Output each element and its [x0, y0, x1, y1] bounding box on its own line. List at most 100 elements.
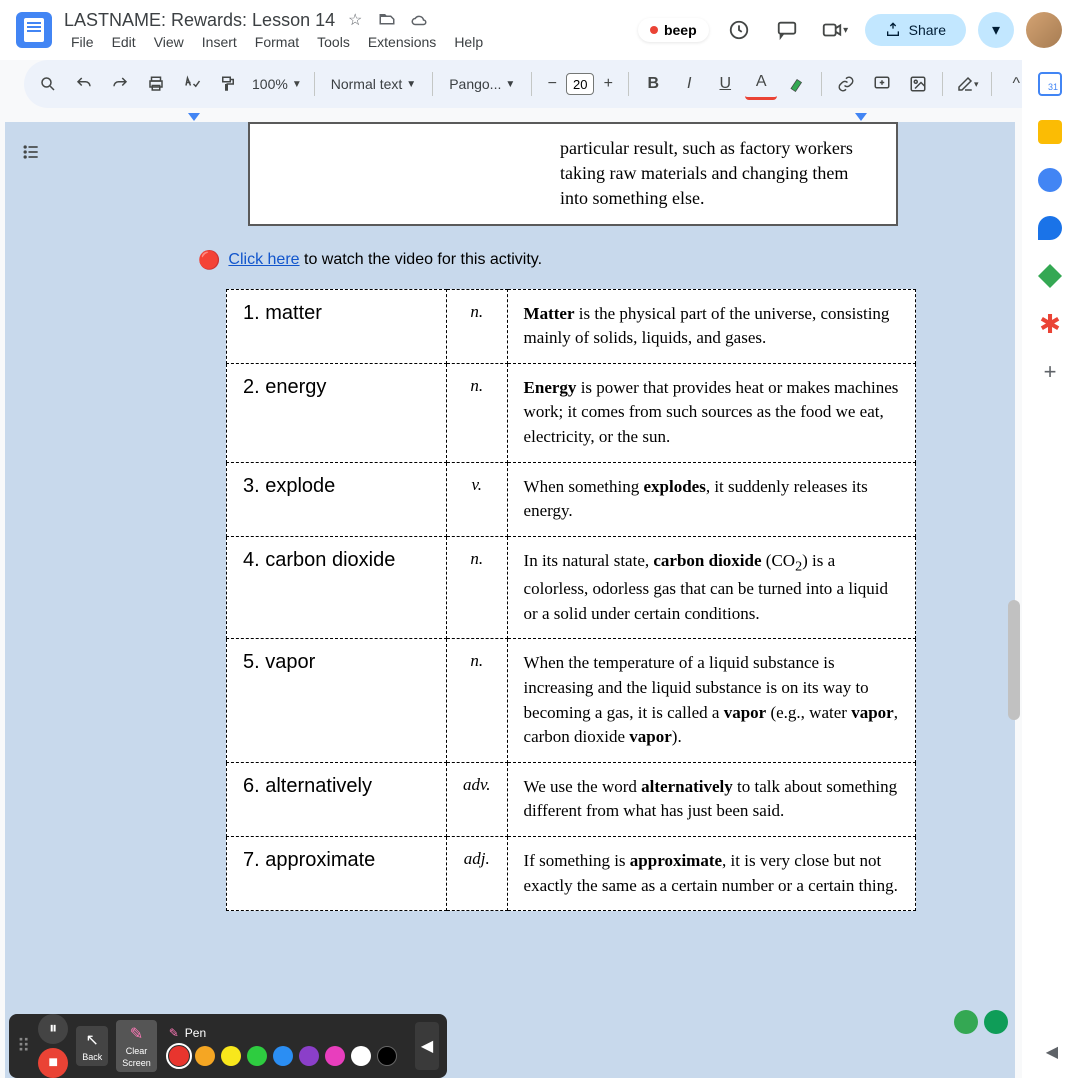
- menu-insert[interactable]: Insert: [195, 32, 244, 52]
- color-swatch[interactable]: [273, 1046, 293, 1066]
- toolbar: 100% ▼ Normal text ▼ Pango... ▼ − + B I …: [24, 60, 1054, 108]
- avatar[interactable]: [1026, 12, 1062, 48]
- pen-icon: ✎: [169, 1026, 179, 1040]
- add-addon-icon[interactable]: +: [1038, 360, 1062, 384]
- asterisk-icon[interactable]: ✱: [1038, 312, 1062, 336]
- beep-badge[interactable]: beep: [638, 18, 709, 42]
- print-icon[interactable]: [140, 68, 172, 100]
- drag-grip-icon[interactable]: ⠿: [17, 1036, 30, 1057]
- table-row: 5. vaporn.When the temperature of a liqu…: [227, 639, 916, 763]
- term-cell[interactable]: 2. energy: [227, 363, 447, 462]
- editing-mode-icon[interactable]: ▾: [951, 68, 983, 100]
- definition-cell[interactable]: When something explodes, it suddenly rel…: [507, 462, 915, 536]
- add-comment-icon[interactable]: [866, 68, 898, 100]
- pause-record-col: ⏸ ■: [38, 1014, 68, 1078]
- pause-icon[interactable]: ⏸: [38, 1014, 68, 1044]
- paint-format-icon[interactable]: [212, 68, 244, 100]
- underline-icon[interactable]: U: [709, 68, 741, 100]
- menu-tools[interactable]: Tools: [310, 32, 357, 52]
- scrollbar-thumb[interactable]: [1008, 600, 1020, 720]
- share-button[interactable]: Share: [865, 14, 966, 46]
- expand-side-panel-icon[interactable]: ◀: [1046, 1042, 1058, 1062]
- history-icon[interactable]: [721, 12, 757, 48]
- search-icon[interactable]: [32, 68, 64, 100]
- calendar-icon[interactable]: 31: [1038, 72, 1062, 96]
- color-swatch[interactable]: [169, 1046, 189, 1066]
- color-swatch[interactable]: [377, 1046, 397, 1066]
- menu-extensions[interactable]: Extensions: [361, 32, 443, 52]
- table-row: 7. approximateadj.If something is approx…: [227, 837, 916, 911]
- term-cell[interactable]: 6. alternatively: [227, 762, 447, 836]
- increase-font-icon[interactable]: +: [596, 72, 620, 96]
- page: particular result, such as factory worke…: [198, 122, 946, 911]
- tasks-icon[interactable]: [1038, 168, 1062, 192]
- text-color-icon[interactable]: A: [745, 68, 777, 100]
- pos-cell: adv.: [447, 762, 508, 836]
- menu-view[interactable]: View: [147, 32, 191, 52]
- definition-cell[interactable]: Matter is the physical part of the unive…: [507, 289, 915, 363]
- link-icon[interactable]: [830, 68, 862, 100]
- ruler-left-marker[interactable]: [188, 113, 200, 121]
- menu-file[interactable]: File: [64, 32, 101, 52]
- header-right: beep ▾ Share ▾: [638, 12, 1062, 48]
- outline-icon[interactable]: [13, 134, 49, 170]
- color-swatch[interactable]: [221, 1046, 241, 1066]
- zoom-select[interactable]: 100% ▼: [248, 76, 306, 92]
- color-swatch[interactable]: [351, 1046, 371, 1066]
- pos-cell: n.: [447, 289, 508, 363]
- ruler-right-marker[interactable]: [855, 113, 867, 121]
- insert-image-icon[interactable]: [902, 68, 934, 100]
- term-cell[interactable]: 3. explode: [227, 462, 447, 536]
- move-icon[interactable]: [375, 8, 399, 32]
- extension-icon[interactable]: [984, 1010, 1008, 1034]
- term-cell[interactable]: 4. carbon dioxide: [227, 537, 447, 639]
- zoom-value: 100%: [252, 76, 288, 92]
- table-row: 4. carbon dioxiden.In its natural state,…: [227, 537, 916, 639]
- bold-icon[interactable]: B: [637, 68, 669, 100]
- video-link[interactable]: Click here: [228, 251, 299, 268]
- keep-icon[interactable]: [1038, 120, 1062, 144]
- menu-edit[interactable]: Edit: [105, 32, 143, 52]
- redo-icon[interactable]: [104, 68, 136, 100]
- term-cell[interactable]: 5. vapor: [227, 639, 447, 763]
- definition-cell[interactable]: In its natural state, carbon dioxide (CO…: [507, 537, 915, 639]
- font-size-input[interactable]: [566, 73, 594, 95]
- pos-cell: n.: [447, 537, 508, 639]
- pos-cell: adj.: [447, 837, 508, 911]
- color-swatch[interactable]: [325, 1046, 345, 1066]
- comments-icon[interactable]: [769, 12, 805, 48]
- spellcheck-icon[interactable]: [176, 68, 208, 100]
- stop-record-icon[interactable]: ■: [38, 1048, 68, 1078]
- definition-cell[interactable]: We use the word alternatively to talk ab…: [507, 762, 915, 836]
- term-cell[interactable]: 1. matter: [227, 289, 447, 363]
- grammarly-icon[interactable]: [954, 1010, 978, 1034]
- contacts-icon[interactable]: [1038, 216, 1062, 240]
- clear-screen-button[interactable]: ✎ Clear Screen: [116, 1020, 157, 1072]
- definition-cell[interactable]: When the temperature of a liquid substan…: [507, 639, 915, 763]
- pos-cell: v.: [447, 462, 508, 536]
- definition-cell[interactable]: If something is approximate, it is very …: [507, 837, 915, 911]
- menu-format[interactable]: Format: [248, 32, 306, 52]
- decrease-font-icon[interactable]: −: [540, 72, 564, 96]
- maps-icon[interactable]: [1038, 264, 1062, 288]
- document-title[interactable]: LASTNAME: Rewards: Lesson 14: [64, 10, 335, 31]
- undo-icon[interactable]: [68, 68, 100, 100]
- star-icon[interactable]: ☆: [343, 8, 367, 32]
- italic-icon[interactable]: I: [673, 68, 705, 100]
- collapse-bar-icon[interactable]: ◀: [415, 1022, 439, 1070]
- font-select[interactable]: Pango... ▼: [441, 76, 523, 92]
- back-button[interactable]: ↖ Back: [76, 1026, 108, 1066]
- paragraph-style-select[interactable]: Normal text ▼: [323, 76, 424, 92]
- highlight-icon[interactable]: [781, 68, 813, 100]
- definition-cell[interactable]: Energy is power that provides heat or ma…: [507, 363, 915, 462]
- quick-share-button[interactable]: ▾: [978, 12, 1014, 48]
- color-swatch[interactable]: [247, 1046, 267, 1066]
- menu-help[interactable]: Help: [447, 32, 490, 52]
- meet-icon[interactable]: ▾: [817, 12, 853, 48]
- color-swatch[interactable]: [195, 1046, 215, 1066]
- cloud-icon[interactable]: [407, 8, 431, 32]
- color-swatch[interactable]: [299, 1046, 319, 1066]
- term-cell[interactable]: 7. approximate: [227, 837, 447, 911]
- vocab-table: 1. mattern.Matter is the physical part o…: [226, 289, 916, 912]
- docs-logo[interactable]: [16, 12, 52, 48]
